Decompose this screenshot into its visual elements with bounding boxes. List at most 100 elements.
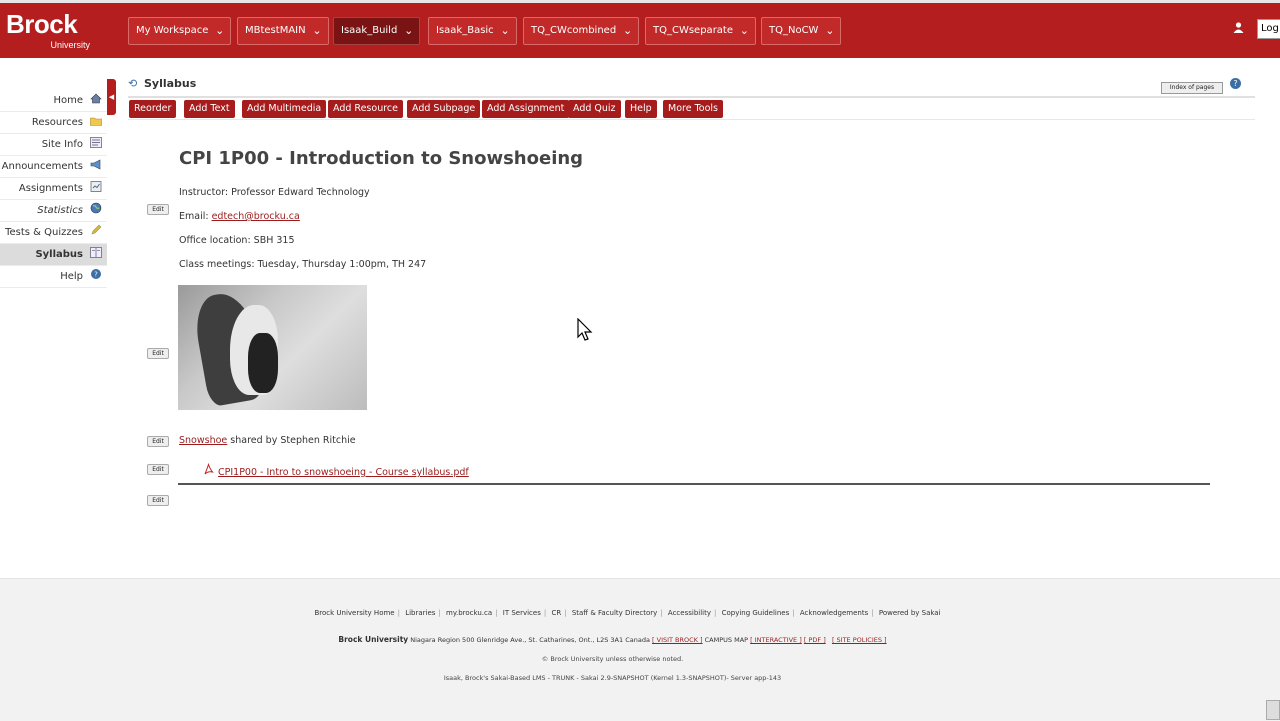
help-icon: ? (89, 266, 103, 288)
footer-link-cr[interactable]: CR (551, 609, 561, 617)
photo-shape (248, 333, 278, 393)
chevron-down-icon[interactable]: ⌄ (500, 18, 509, 44)
chevron-down-icon[interactable]: ⌄ (312, 18, 321, 44)
edit-button[interactable]: Edit (147, 495, 169, 506)
collapse-sidebar-handle[interactable]: ◀ (107, 79, 116, 115)
email-line: Email: edtech@brocku.ca (179, 211, 300, 222)
brock-university-logo[interactable]: Brock University (6, 11, 92, 53)
site-tab-tq-nocw[interactable]: TQ_NoCW ⌄ (761, 17, 842, 45)
user-icon[interactable] (1232, 21, 1246, 35)
sidebar-item-home[interactable]: Home (0, 90, 107, 112)
instructor-text: Instructor: Professor Edward Technology (179, 187, 370, 198)
sidebar-item-label: Home (53, 95, 83, 106)
sidebar-item-label: Announcements (1, 161, 83, 172)
add-multimedia-button[interactable]: Add Multimedia (242, 100, 327, 118)
chevron-down-icon[interactable]: ⌄ (404, 18, 413, 44)
footer-separator: | (792, 609, 795, 617)
add-assignment-button[interactable]: Add Assignment (482, 100, 570, 118)
site-tab-label: MBtestMAIN (245, 25, 306, 36)
sidebar-item-announcements[interactable]: Announcements (0, 156, 107, 178)
globe-icon (89, 200, 103, 222)
index-of-pages-button[interactable]: Index of pages (1161, 82, 1223, 94)
pdf-map-link[interactable]: [ PDF ] (804, 636, 826, 644)
snowshoe-shared-line: Snowshoe shared by Stephen Ritchie (179, 435, 356, 446)
email-link[interactable]: edtech@brocku.ca (212, 211, 300, 222)
sidebar-item-assignments[interactable]: Assignments (0, 178, 107, 200)
footer-link-accessibility[interactable]: Accessibility (668, 609, 711, 617)
site-tab-label: TQ_CWseparate (653, 25, 733, 36)
help-icon[interactable]: ? (1230, 78, 1241, 89)
pdf-icon (203, 462, 214, 475)
scrollbar-corner[interactable] (1266, 700, 1280, 720)
site-policies-link[interactable]: [ SITE POLICIES ] (832, 636, 887, 644)
site-tab-label: My Workspace (136, 25, 209, 36)
sidebar-item-resources[interactable]: Resources (0, 112, 107, 134)
visit-brock-link[interactable]: [ VISIT BROCK ] (652, 636, 703, 644)
book-icon (89, 244, 103, 266)
footer-separator: | (713, 609, 717, 617)
sidebar-item-statistics[interactable]: Statistics (0, 200, 107, 222)
site-tab-my-workspace[interactable]: My Workspace ⌄ (128, 17, 232, 45)
footer-link-directory[interactable]: Staff & Faculty Directory (572, 609, 658, 617)
chevron-down-icon[interactable]: ⌄ (740, 18, 749, 44)
footer: Brock University Home | Libraries | my.bro… (0, 578, 1280, 721)
site-tab-isaak-build[interactable]: Isaak_Build ⌄ (333, 17, 421, 45)
site-tab-label: TQ_NoCW (769, 25, 819, 36)
sidebar-item-site-info[interactable]: Site Info (0, 134, 107, 156)
site-tab-mbtestmain[interactable]: MBtestMAIN ⌄ (237, 17, 329, 45)
logo-brand-text: Brock (6, 9, 78, 39)
footer-separator: | (660, 609, 663, 617)
syllabus-pdf-link[interactable]: CPI1P00 - Intro to snowshoeing - Course … (218, 467, 469, 478)
add-text-button[interactable]: Add Text (184, 100, 235, 118)
chevron-down-icon[interactable]: ⌄ (623, 18, 632, 44)
edit-button[interactable]: Edit (147, 204, 169, 215)
sidebar-item-tests-quizzes[interactable]: Tests & Quizzes (0, 222, 107, 244)
site-tab-label: Isaak_Build (341, 25, 398, 36)
chevron-down-icon[interactable]: ⌄ (825, 18, 834, 44)
tool-title: Syllabus (144, 77, 197, 90)
more-tools-button[interactable]: More Tools (663, 100, 723, 118)
footer-link-powered-by-sakai[interactable]: Powered by Sakai (879, 609, 941, 617)
footer-server-info: Isaak, Brock's Sakai-Based LMS - TRUNK -… (443, 674, 782, 682)
site-tab-isaak-basic[interactable]: Isaak_Basic ⌄ (428, 17, 517, 45)
footer-link-acknowledgements[interactable]: Acknowledgements (800, 609, 868, 617)
refresh-icon[interactable]: ⟲ (128, 77, 137, 90)
tool-menu-sidebar: Home Resources Site Info Announcements A… (0, 90, 107, 288)
toolbar-divider (128, 119, 1255, 120)
chevron-down-icon[interactable]: ⌄ (215, 18, 224, 44)
site-tab-tq-cwcombined[interactable]: TQ_CWcombined ⌄ (523, 17, 640, 45)
horizontal-rule (178, 483, 1210, 485)
sidebar-item-label: Help (60, 271, 83, 282)
edit-button[interactable]: Edit (147, 464, 169, 475)
footer-separator: | (543, 609, 547, 617)
footer-separator: | (397, 609, 400, 617)
interactive-map-link[interactable]: [ INTERACTIVE ] (750, 636, 802, 644)
add-quiz-button[interactable]: Add Quiz (568, 100, 621, 118)
snowshoe-link[interactable]: Snowshoe (179, 435, 227, 446)
footer-link-copying[interactable]: Copying Guidelines (722, 609, 790, 617)
sidebar-item-help[interactable]: Help ? (0, 266, 107, 288)
footer-link-libraries[interactable]: Libraries (405, 609, 435, 617)
logout-button[interactable]: Log (1257, 19, 1280, 39)
sidebar-item-label: Site Info (41, 139, 83, 150)
add-subpage-button[interactable]: Add Subpage (407, 100, 481, 118)
sidebar-item-syllabus[interactable]: Syllabus (0, 244, 107, 266)
site-tab-tq-cwseparate[interactable]: TQ_CWseparate ⌄ (645, 17, 756, 45)
footer-university-name: Brock University (338, 635, 409, 644)
info-icon (89, 134, 103, 156)
add-resource-button[interactable]: Add Resource (328, 100, 403, 118)
folder-icon (89, 112, 103, 134)
footer-link-brock-home[interactable]: Brock University Home (314, 609, 394, 617)
edit-button[interactable]: Edit (147, 348, 169, 359)
footer-address-text: Niagara Region 500 Glenridge Ave., St. C… (408, 636, 653, 644)
reorder-button[interactable]: Reorder (129, 100, 177, 118)
footer-link-my-brocku[interactable]: my.brocku.ca (446, 609, 492, 617)
campus-map-label: CAMPUS MAP (702, 636, 751, 644)
footer-separator: | (564, 609, 567, 617)
syllabus-pdf-line: CPI1P00 - Intro to snowshoeing - Course … (203, 462, 469, 478)
edit-button[interactable]: Edit (147, 436, 169, 447)
site-tab-label: TQ_CWcombined (531, 25, 617, 36)
footer-separator: | (438, 609, 441, 617)
help-button[interactable]: Help (625, 100, 657, 118)
footer-link-it-services[interactable]: IT Services (503, 609, 541, 617)
